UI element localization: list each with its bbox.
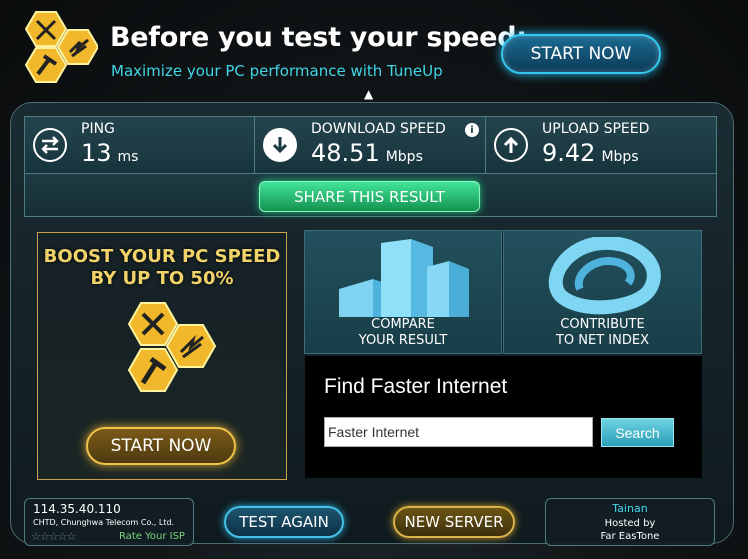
server-info: Tainan Hosted by Far EasTone bbox=[545, 498, 715, 546]
boost-line-1: BOOST YOUR PC SPEED bbox=[43, 246, 281, 267]
stats-bar: PING 13 ms DOWNLOAD SPEED 48.51 Mbps i UPL… bbox=[24, 116, 717, 174]
speedtest-app: Before you test your speed: Maximize you… bbox=[0, 0, 748, 559]
star-rating-icon[interactable]: ☆☆☆☆☆ bbox=[31, 530, 76, 543]
compare-result-tile[interactable]: COMPARE YOUR RESULT bbox=[304, 230, 502, 354]
test-again-button[interactable]: TEST AGAIN bbox=[224, 506, 344, 538]
page-subtitle: Maximize your PC performance with TuneUp bbox=[111, 62, 443, 80]
info-icon[interactable]: i bbox=[465, 123, 479, 137]
ip-address: 114.35.40.110 bbox=[33, 502, 121, 516]
search-input[interactable]: Faster Internet bbox=[324, 417, 593, 447]
compare-line-2: YOUR RESULT bbox=[358, 333, 448, 348]
download-label: DOWNLOAD SPEED bbox=[311, 121, 446, 137]
header-start-now-button[interactable]: START NOW bbox=[501, 34, 661, 74]
tuneup-logo bbox=[127, 302, 217, 392]
rate-isp-link[interactable]: Rate Your ISP bbox=[119, 531, 185, 542]
bar-chart-icon bbox=[339, 239, 469, 317]
find-title: Find Faster Internet bbox=[324, 375, 508, 398]
isp-info: 114.35.40.110 CHTD, Chunghwa Telecom Co.… bbox=[24, 498, 194, 546]
triangle-up-icon: ▲ bbox=[364, 87, 374, 101]
compare-line-1: COMPARE bbox=[371, 317, 435, 332]
boost-start-now-button[interactable]: START NOW bbox=[86, 427, 236, 465]
ping-value: 13 ms bbox=[81, 139, 139, 167]
compare-label: COMPARE YOUR RESULT bbox=[305, 317, 501, 349]
hosted-by-label: Hosted by bbox=[604, 518, 656, 529]
contribute-net-index-tile[interactable]: CONTRIBUTE TO NET INDEX bbox=[503, 230, 702, 354]
server-provider: Far EasTone bbox=[600, 531, 660, 542]
net-index-icon bbox=[548, 237, 661, 315]
download-stat: DOWNLOAD SPEED 48.51 Mbps i bbox=[255, 117, 486, 173]
upload-value: 9.42 Mbps bbox=[542, 139, 639, 167]
exchange-arrows-icon bbox=[33, 128, 67, 162]
search-button[interactable]: Search bbox=[601, 418, 674, 447]
share-result-button[interactable]: SHARE THIS RESULT bbox=[259, 181, 480, 212]
arrow-down-icon bbox=[263, 128, 297, 162]
boost-headline: BOOST YOUR PC SPEED BY UP TO 50% bbox=[38, 246, 286, 290]
isp-name: CHTD, Chunghwa Telecom Co., Ltd. bbox=[33, 518, 175, 527]
download-value: 48.51 Mbps bbox=[311, 139, 423, 167]
ping-stat: PING 13 ms bbox=[25, 117, 255, 173]
upload-label: UPLOAD SPEED bbox=[542, 121, 650, 137]
find-faster-internet-panel: Find Faster Internet Faster Internet Sea… bbox=[305, 356, 702, 478]
ping-label: PING bbox=[81, 121, 115, 137]
new-server-button[interactable]: NEW SERVER bbox=[393, 506, 515, 538]
tuneup-logo bbox=[24, 11, 98, 83]
arrow-up-icon bbox=[494, 128, 528, 162]
contribute-line-1: CONTRIBUTE bbox=[560, 317, 645, 332]
page-title: Before you test your speed: bbox=[110, 22, 527, 53]
search-input-value: Faster Internet bbox=[328, 424, 420, 440]
upload-stat: UPLOAD SPEED 9.42 Mbps bbox=[486, 117, 718, 173]
contribute-label: CONTRIBUTE TO NET INDEX bbox=[504, 317, 701, 349]
boost-line-2: BY UP TO 50% bbox=[90, 268, 234, 289]
contribute-line-2: TO NET INDEX bbox=[555, 333, 649, 348]
server-city: Tainan bbox=[612, 502, 648, 515]
boost-ad-panel: BOOST YOUR PC SPEED BY UP TO 50% START N… bbox=[37, 232, 287, 480]
